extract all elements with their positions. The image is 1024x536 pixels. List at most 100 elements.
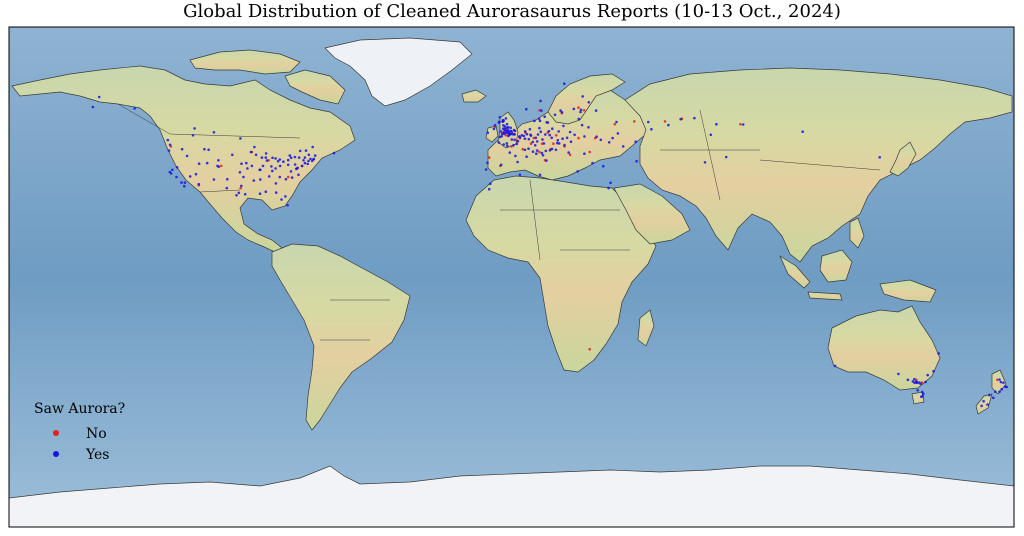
report-point-yes — [289, 170, 293, 173]
report-point-yes — [197, 182, 201, 186]
report-point-yes — [310, 159, 314, 163]
report-point-yes — [309, 157, 312, 161]
report-point-yes — [282, 160, 285, 163]
report-point-yes — [980, 404, 983, 408]
report-point-yes — [304, 149, 308, 152]
report-point-yes — [546, 121, 550, 124]
report-point-yes — [595, 135, 598, 138]
report-point-yes — [332, 151, 336, 155]
report-point-yes — [544, 149, 548, 153]
report-point-yes — [531, 140, 534, 144]
report-point-yes — [615, 120, 618, 124]
report-point-yes — [715, 122, 718, 126]
report-point-yes — [271, 156, 274, 160]
report-point-yes — [579, 110, 582, 114]
report-point-yes — [250, 164, 254, 168]
report-point-yes — [724, 155, 728, 159]
report-point-yes — [554, 148, 558, 152]
report-point-yes — [259, 178, 262, 181]
report-point-yes — [267, 175, 271, 178]
report-point-yes — [265, 159, 269, 162]
report-point-yes — [166, 138, 170, 142]
report-point-yes — [581, 95, 584, 98]
report-point-yes — [207, 148, 210, 152]
report-point-yes — [567, 151, 570, 154]
report-point-no — [633, 120, 636, 123]
report-point-yes — [274, 191, 278, 194]
report-point-yes — [169, 172, 173, 175]
report-point-yes — [577, 117, 581, 121]
report-point-yes — [679, 117, 682, 121]
report-point-yes — [576, 170, 579, 173]
report-point-yes — [650, 127, 653, 131]
report-point-no — [219, 164, 223, 168]
report-point-yes — [693, 116, 696, 120]
report-point-yes — [634, 140, 637, 143]
report-point-yes — [579, 108, 583, 112]
report-point-yes — [216, 164, 219, 168]
report-point-yes — [180, 147, 184, 151]
report-point-yes — [188, 175, 192, 178]
report-point-yes — [261, 164, 265, 168]
report-point-yes — [264, 190, 268, 193]
report-point-yes — [493, 124, 497, 127]
report-point-yes — [276, 159, 280, 163]
report-point-no — [521, 147, 524, 151]
report-point-yes — [270, 165, 273, 168]
report-point-yes — [539, 130, 543, 133]
report-point-yes — [311, 145, 315, 149]
report-point-yes — [499, 163, 503, 167]
report-point-yes — [922, 392, 925, 396]
report-point-yes — [513, 138, 516, 142]
report-point-yes — [529, 134, 533, 137]
report-point-yes — [986, 403, 989, 406]
report-point-yes — [556, 139, 560, 142]
report-point-yes — [635, 159, 638, 163]
report-point-yes — [602, 164, 605, 168]
report-point-yes — [545, 159, 548, 162]
report-point-yes — [497, 141, 501, 144]
report-point-yes — [536, 133, 540, 136]
report-point-yes — [249, 150, 253, 154]
world-map: Saw Aurora? No Yes — [8, 26, 1015, 528]
report-point-yes — [217, 159, 220, 162]
legend-label-no: No — [86, 426, 107, 442]
report-point-yes — [497, 121, 501, 124]
report-point-yes — [647, 120, 650, 124]
report-point-yes — [563, 143, 566, 147]
report-point-yes — [298, 149, 302, 153]
report-point-yes — [516, 160, 519, 164]
report-point-yes — [278, 175, 282, 179]
report-point-yes — [906, 378, 910, 382]
report-point-yes — [239, 137, 242, 140]
report-point-yes — [926, 373, 929, 377]
report-point-yes — [246, 167, 249, 170]
report-point-yes — [183, 181, 187, 184]
report-point-yes — [533, 119, 536, 123]
report-point-yes — [523, 130, 527, 133]
report-point-yes — [982, 399, 985, 403]
report-point-yes — [565, 136, 569, 140]
report-point-yes — [513, 133, 516, 136]
report-point-yes — [542, 142, 546, 145]
report-point-yes — [594, 109, 598, 112]
report-point-yes — [489, 182, 492, 185]
report-point-no — [487, 156, 491, 159]
report-point-yes — [913, 377, 916, 381]
report-point-yes — [516, 139, 520, 143]
report-point-yes — [992, 396, 995, 400]
report-point-yes — [507, 126, 510, 129]
report-point-yes — [523, 148, 527, 152]
report-point-yes — [611, 136, 614, 140]
report-point-yes — [286, 204, 289, 207]
report-point-yes — [484, 168, 488, 171]
report-point-yes — [528, 127, 532, 131]
report-point-yes — [538, 119, 542, 123]
report-point-yes — [988, 393, 991, 397]
report-point-no — [582, 109, 586, 112]
report-point-yes — [212, 178, 216, 181]
report-point-yes — [937, 352, 940, 355]
report-point-yes — [563, 82, 566, 85]
report-point-no — [577, 136, 580, 140]
report-point-yes — [503, 128, 506, 132]
